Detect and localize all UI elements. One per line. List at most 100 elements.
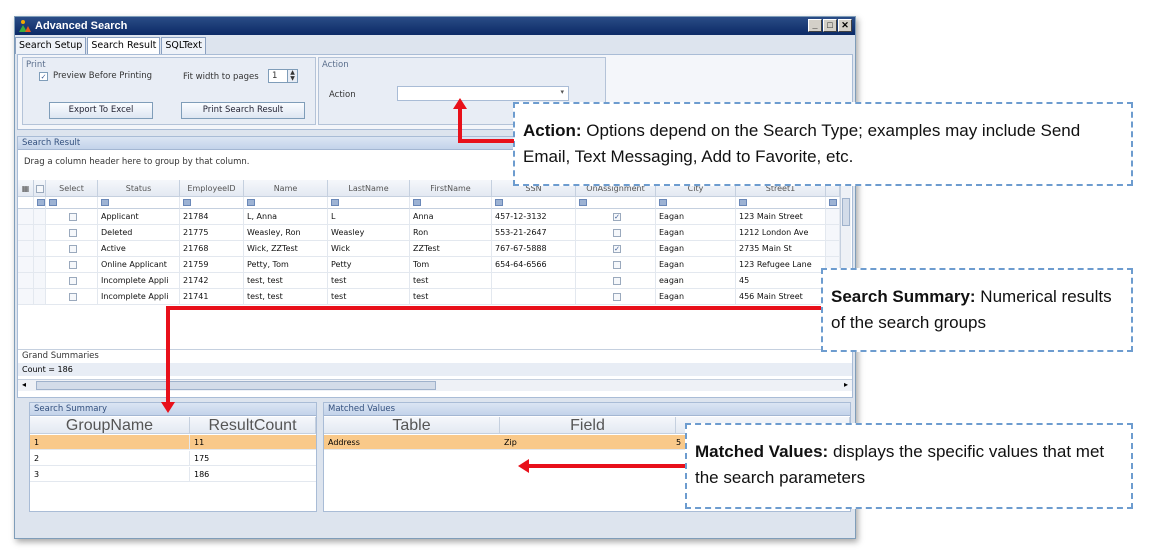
- cell-onassign[interactable]: [576, 257, 656, 273]
- select-all-checkbox[interactable]: [34, 180, 46, 197]
- export-to-excel-button[interactable]: Export To Excel: [49, 102, 153, 119]
- minimize-button[interactable]: _: [808, 19, 822, 32]
- col-header-lastname[interactable]: LastName: [328, 180, 410, 197]
- scroll-left-icon[interactable]: ◂: [22, 380, 26, 389]
- col-table[interactable]: Table: [324, 417, 500, 434]
- matched-values-header: Matched Values: [324, 403, 850, 416]
- preview-checkbox[interactable]: ✓: [39, 71, 48, 81]
- row-indicator: [34, 273, 46, 289]
- cell-ssn: [492, 273, 576, 289]
- filter-cell[interactable]: [328, 197, 410, 209]
- filter-cell[interactable]: [244, 197, 328, 209]
- filter-cell[interactable]: [576, 197, 656, 209]
- cell-onassign[interactable]: ✓: [576, 209, 656, 225]
- cell-city: Eagan: [656, 209, 736, 225]
- summary-count-cell: 11: [194, 438, 205, 447]
- col-header-employeeid[interactable]: EmployeeID: [180, 180, 244, 197]
- filter-cell[interactable]: [98, 197, 180, 209]
- summary-row[interactable]: 2 175: [30, 451, 316, 466]
- summary-row[interactable]: 1 11: [30, 435, 316, 450]
- filter-cell[interactable]: [826, 197, 840, 209]
- cell-id: 21741: [180, 289, 244, 305]
- cell-select[interactable]: [46, 225, 98, 241]
- cell-name: Petty, Tom: [244, 257, 328, 273]
- summary-group-cell: 3: [34, 470, 40, 479]
- action-arrow-stem: [458, 108, 462, 142]
- cell-onassign[interactable]: [576, 289, 656, 305]
- cell-select[interactable]: [46, 209, 98, 225]
- col-groupname[interactable]: GroupName: [30, 417, 190, 434]
- col-header-firstname[interactable]: FirstName: [410, 180, 492, 197]
- cell-first: Anna: [410, 209, 492, 225]
- cell-onassign[interactable]: ✓: [576, 241, 656, 257]
- action-dropdown[interactable]: ▾: [397, 86, 569, 101]
- fit-width-stepper[interactable]: 1 ▲ ▼: [268, 69, 298, 83]
- action-group-title: Action: [322, 60, 349, 70]
- cell-first: test: [410, 289, 492, 305]
- filter-cell[interactable]: [736, 197, 826, 209]
- cell-select[interactable]: [46, 241, 98, 257]
- col-header-select[interactable]: Select: [46, 180, 98, 197]
- cell-first: Ron: [410, 225, 492, 241]
- print-search-result-button[interactable]: Print Search Result: [181, 102, 305, 119]
- cell-id: 21784: [180, 209, 244, 225]
- cell-onassign[interactable]: [576, 273, 656, 289]
- filter-cell[interactable]: [180, 197, 244, 209]
- tab-search-result[interactable]: Search Result: [87, 37, 161, 54]
- col-resultcount[interactable]: ResultCount: [190, 417, 316, 434]
- filter-cell[interactable]: [656, 197, 736, 209]
- cell-ssn: 654-64-6566: [492, 257, 576, 273]
- cell-last: test: [328, 289, 410, 305]
- summary-row[interactable]: 3 186: [30, 467, 316, 482]
- matched-arrow-line: [528, 464, 685, 468]
- tab-search-setup[interactable]: Search Setup: [15, 37, 87, 54]
- summary-arrow-line: [166, 306, 821, 310]
- col-header-name[interactable]: Name: [244, 180, 328, 197]
- row-indicator: [826, 209, 840, 225]
- filter-cell[interactable]: [18, 197, 34, 209]
- cell-ssn: 553-21-2647: [492, 225, 576, 241]
- maximize-button[interactable]: □: [823, 19, 837, 32]
- cell-street: 2735 Main St: [736, 241, 826, 257]
- row-indicator: [34, 241, 46, 257]
- cell-ssn: 457-12-3132: [492, 209, 576, 225]
- h-scroll-thumb[interactable]: [36, 381, 436, 390]
- cell-city: Eagan: [656, 225, 736, 241]
- close-button[interactable]: ✕: [838, 19, 852, 32]
- cell-select[interactable]: [46, 289, 98, 305]
- col-header-status[interactable]: Status: [98, 180, 180, 197]
- summary-arrow-stem: [166, 306, 170, 408]
- row-indicator: [34, 257, 46, 273]
- col-field[interactable]: Field: [500, 417, 676, 434]
- tab-sqltext[interactable]: SQLText: [161, 37, 207, 54]
- filter-cell[interactable]: [492, 197, 576, 209]
- row-indicator: [18, 225, 34, 241]
- column-divider: [189, 451, 190, 466]
- count-summary: Count = 186: [18, 363, 852, 376]
- spin-arrows-icon[interactable]: ▲ ▼: [287, 70, 297, 82]
- filter-cell[interactable]: [410, 197, 492, 209]
- cell-select[interactable]: [46, 257, 98, 273]
- scroll-right-icon[interactable]: ▸: [844, 380, 848, 389]
- column-chooser-icon[interactable]: ▦: [18, 180, 34, 197]
- window-title: Advanced Search: [35, 20, 128, 32]
- column-divider: [189, 435, 190, 450]
- matched-callout-title: Matched Values:: [695, 442, 829, 461]
- chevron-down-icon: ▾: [560, 88, 564, 96]
- cell-name: Wick, ZZTest: [244, 241, 328, 257]
- cell-city: Eagan: [656, 289, 736, 305]
- filter-cell[interactable]: [46, 197, 98, 209]
- cell-name: test, test: [244, 273, 328, 289]
- fit-width-label: Fit width to pages: [183, 72, 259, 82]
- horizontal-scrollbar[interactable]: ◂ ▸: [18, 379, 852, 391]
- search-summary-panel: Search Summary GroupName ResultCount 1 11…: [29, 402, 317, 512]
- cell-status: Incomplete Appli: [98, 289, 180, 305]
- filter-cell[interactable]: [34, 197, 46, 209]
- matched-field-cell: Zip: [504, 438, 517, 447]
- matched-callout: Matched Values: displays the specific va…: [685, 423, 1133, 509]
- scroll-thumb[interactable]: [842, 198, 850, 226]
- cell-select[interactable]: [46, 273, 98, 289]
- cell-onassign[interactable]: [576, 225, 656, 241]
- preview-label: Preview Before Printing: [53, 71, 152, 81]
- action-callout-title: Action:: [523, 121, 582, 140]
